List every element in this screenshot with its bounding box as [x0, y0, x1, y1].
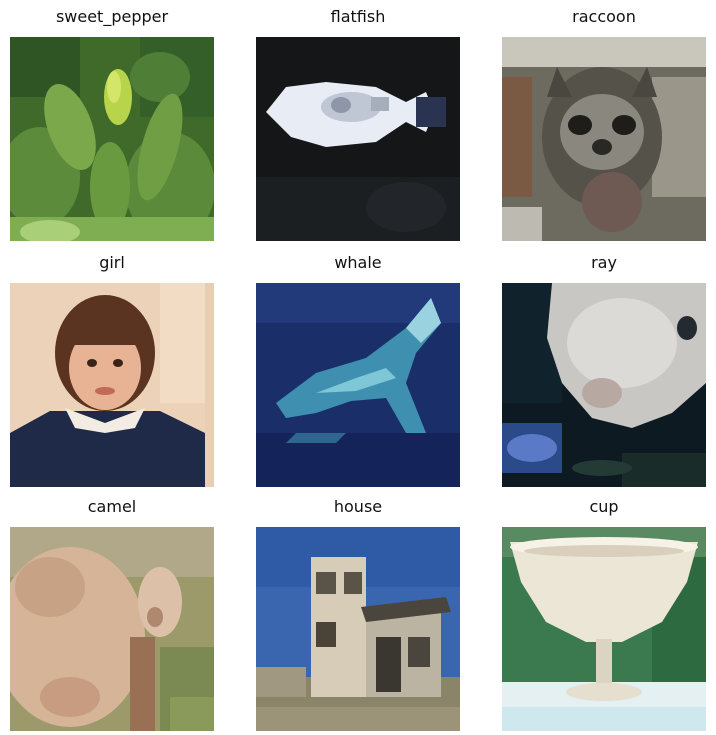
image-thumbnail	[502, 283, 706, 487]
image-thumbnail	[10, 527, 214, 731]
image-thumbnail	[256, 283, 460, 487]
image-title: house	[333, 497, 383, 516]
image-title: sweet_pepper	[55, 7, 169, 26]
image-title: whale	[334, 253, 382, 272]
image-thumbnail	[502, 527, 706, 731]
image-thumbnail	[10, 283, 214, 487]
image-thumbnail	[502, 37, 706, 241]
image-title: ray	[591, 253, 617, 272]
image-title: flatfish	[330, 7, 386, 26]
image-title: raccoon	[572, 7, 636, 26]
image-title: cup	[589, 497, 619, 516]
image-title: girl	[99, 253, 125, 272]
image-title: camel	[87, 497, 137, 516]
image-thumbnail	[256, 37, 460, 241]
image-thumbnail	[10, 37, 214, 241]
image-thumbnail	[256, 527, 460, 731]
